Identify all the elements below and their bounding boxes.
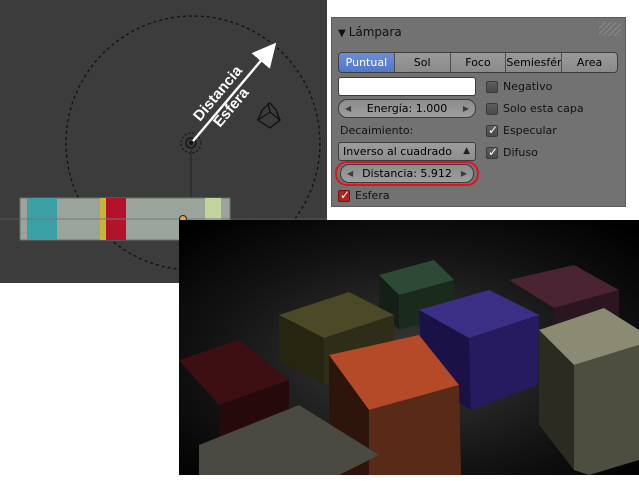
increment-arrow-icon[interactable]: ▶ bbox=[463, 100, 469, 117]
especular-label: Especular bbox=[503, 124, 557, 137]
energy-value: Energía: 1.000 bbox=[366, 102, 448, 115]
lamp-type-semiesferica[interactable]: Semiesféric bbox=[506, 53, 563, 72]
lamp-type-sol[interactable]: Sol bbox=[395, 53, 451, 72]
panel-title: Lámpara bbox=[348, 25, 402, 39]
difuso-checkbox[interactable]: ✓ Difuso bbox=[486, 145, 538, 161]
negativo-label: Negativo bbox=[503, 80, 553, 93]
decrement-arrow-icon[interactable]: ◀ bbox=[347, 165, 353, 182]
checkbox-box[interactable] bbox=[486, 81, 498, 93]
updown-arrows-icon: ▲ bbox=[463, 146, 470, 156]
distance-value: Distancia: 5.912 bbox=[362, 167, 452, 180]
especular-checkbox[interactable]: ✓ Especular bbox=[486, 123, 557, 139]
camera-icon[interactable] bbox=[256, 102, 282, 129]
collapse-triangle-icon[interactable]: ▼ bbox=[338, 28, 346, 39]
render-canvas bbox=[179, 220, 639, 475]
negativo-checkbox[interactable]: Negativo bbox=[486, 79, 552, 95]
lamp-type-puntual[interactable]: Puntual bbox=[339, 53, 395, 72]
checkbox-box[interactable] bbox=[486, 103, 498, 115]
checkbox-box[interactable]: ✓ bbox=[486, 145, 498, 159]
increment-arrow-icon[interactable]: ▶ bbox=[461, 165, 467, 182]
panel-header[interactable]: ▼ Lámpara bbox=[338, 24, 402, 40]
decrement-arrow-icon[interactable]: ◀ bbox=[345, 100, 351, 117]
energy-field[interactable]: ◀ Energía: 1.000 ▶ bbox=[338, 99, 476, 118]
esfera-label: Esfera bbox=[355, 189, 390, 202]
panel-drag-grip-icon[interactable] bbox=[599, 22, 621, 36]
solo-esta-capa-checkbox[interactable]: Solo esta capa bbox=[486, 101, 584, 117]
esfera-checkbox[interactable]: ✓ Esfera bbox=[338, 188, 390, 204]
lamp-type-foco[interactable]: Foco bbox=[451, 53, 507, 72]
distance-field[interactable]: ◀ Distancia: 5.912 ▶ bbox=[340, 164, 474, 183]
falloff-value: Inverso al cuadrado bbox=[343, 145, 452, 158]
falloff-label: Decaimiento: bbox=[340, 124, 414, 137]
checkbox-box[interactable]: ✓ bbox=[338, 188, 350, 202]
lamp-color-field[interactable] bbox=[338, 77, 476, 96]
checkbox-box[interactable]: ✓ bbox=[486, 123, 498, 137]
render-preview-image bbox=[179, 220, 639, 475]
falloff-dropdown[interactable]: Inverso al cuadrado ▲ bbox=[338, 142, 476, 161]
difuso-label: Difuso bbox=[503, 146, 538, 159]
lamp-type-area[interactable]: Area bbox=[562, 53, 617, 72]
lamp-type-selector: Puntual Sol Foco Semiesféric Area bbox=[338, 52, 618, 73]
solo-esta-capa-label: Solo esta capa bbox=[503, 102, 584, 115]
lamp-properties-panel: ▼Lámpara Puntual Sol Foco Semiesféric Ar… bbox=[331, 17, 626, 207]
